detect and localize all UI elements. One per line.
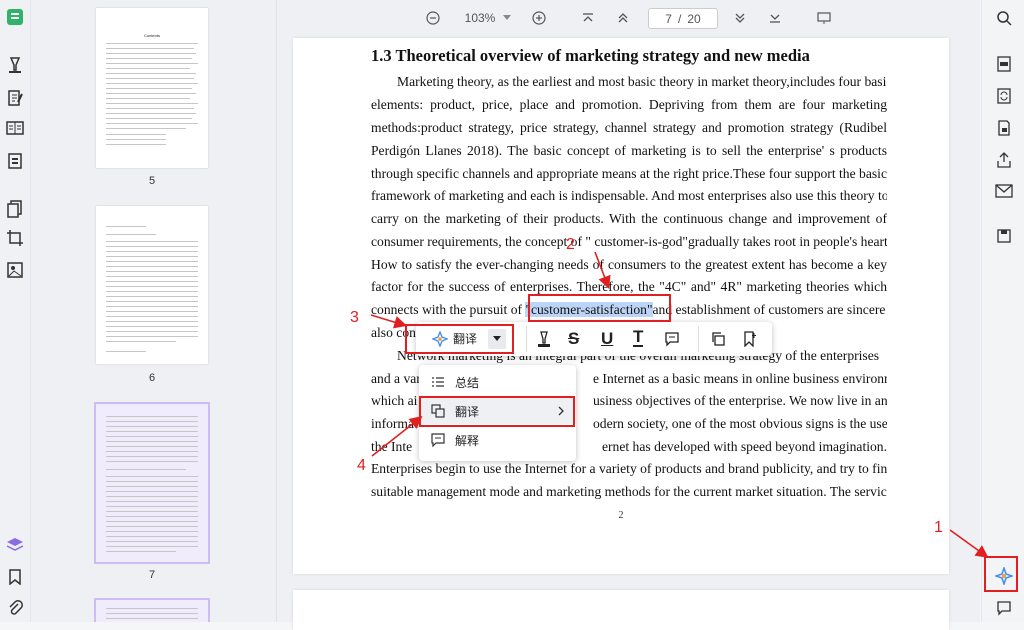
annotation-box-selection [528, 294, 671, 322]
toolbar-divider [698, 326, 699, 352]
paragraph-line: usiness objectives of the enterprise. We… [593, 393, 887, 408]
paragraph-line: odern society, one of the most obvious s… [593, 416, 887, 431]
paragraph-line: through specific channels and appropriat… [371, 166, 887, 181]
email-icon[interactable] [994, 181, 1014, 201]
line-text: and establishment of customers are since… [652, 302, 886, 317]
note-icon[interactable] [664, 331, 680, 352]
annotation-number-3: 3 [350, 309, 359, 326]
paragraph-line: factor for the success of enterprises. T… [371, 279, 887, 294]
toolbar-divider [526, 326, 527, 352]
viewer-toolbar: 103% 7 / 20 [277, 0, 980, 36]
annotation-number-4: 4 [357, 457, 366, 474]
annotation-box-ai-icon [984, 556, 1018, 592]
menu-item-label: 总结 [455, 375, 480, 390]
thumbnail-page-6[interactable] [96, 206, 208, 364]
total-pages: 20 [687, 11, 701, 26]
paragraph-line: Marketing theory, as the earliest and mo… [397, 74, 887, 89]
page-separator: / [677, 11, 682, 26]
paragraph-line: elements: product, price, place and prom… [371, 97, 887, 112]
thumbnail-title: Contents [143, 33, 160, 38]
previous-page-icon[interactable] [615, 9, 631, 27]
image-tool-icon[interactable] [5, 260, 25, 280]
pdf-next-page [293, 590, 949, 630]
page-footer-number: 2 [618, 510, 624, 521]
annotation-number-1: 1 [934, 519, 943, 536]
paragraph-line: framework of marketing and each is indis… [371, 188, 887, 203]
save-icon[interactable] [994, 226, 1014, 246]
add-bookmark-icon[interactable] [742, 331, 758, 352]
thumbnail-page-8[interactable] [94, 598, 210, 622]
thumbnail-page-number: 5 [148, 175, 156, 187]
paragraph-line: How to satisfy the ever-changing needs o… [371, 257, 887, 272]
thumbnail-page-number: 6 [148, 372, 156, 384]
right-tool-bar [981, 0, 1024, 622]
search-icon[interactable] [994, 8, 1014, 28]
form-tool-icon[interactable] [5, 151, 25, 171]
paragraph-line: ernet has developed with speed beyond im… [601, 439, 887, 454]
zoom-in-icon[interactable] [531, 9, 547, 27]
highlight-icon[interactable] [536, 331, 552, 352]
crop-tool-icon[interactable] [5, 228, 25, 248]
bookmark-icon[interactable] [5, 567, 25, 587]
paragraph-line: consumer requirements, the concept of " … [371, 234, 887, 249]
paragraph-line: methods:product strategy, price strategy… [371, 120, 887, 135]
organize-pages-icon[interactable] [5, 199, 25, 219]
paragraph-line: Enterprises begin to use the Internet fo… [371, 461, 887, 476]
annotation-box-translate-item [419, 396, 575, 427]
underline-icon[interactable]: U [601, 329, 613, 349]
page-number-field[interactable]: 7 / 20 [648, 8, 718, 29]
first-page-icon[interactable] [580, 9, 596, 27]
annotation-number-2: 2 [566, 236, 575, 253]
explain-icon [431, 433, 445, 447]
thumbnail-page-5[interactable]: Contents [96, 8, 208, 168]
section-heading: 1.3 Theoretical overview of marketing st… [371, 46, 810, 65]
copy-icon[interactable] [710, 331, 726, 352]
edit-pdf-icon[interactable] [5, 88, 25, 108]
paragraph-line: e Internet as a basic means in online bu… [593, 371, 887, 386]
thumbnail-panel: Contents 5 6 7 [31, 0, 277, 622]
line-text: connects with the pursuit of [371, 302, 526, 317]
attachment-icon[interactable] [5, 598, 25, 618]
paragraph-line: Perdigón Llanes 2018). The basic concept… [371, 143, 887, 158]
menu-item-label: 解释 [455, 433, 480, 448]
zoom-out-icon[interactable] [425, 9, 441, 27]
menu-item-explain[interactable]: 解释 [419, 427, 576, 453]
last-page-icon[interactable] [767, 9, 783, 27]
zoom-level[interactable]: 103% [460, 9, 500, 27]
left-tool-bar [0, 0, 31, 622]
app-logo-icon[interactable] [5, 7, 25, 27]
presentation-icon[interactable] [816, 9, 832, 27]
zoom-dropdown-icon[interactable] [502, 9, 512, 27]
strikethrough-icon[interactable]: S [568, 329, 579, 349]
annotation-box-translate-button [405, 324, 514, 354]
paragraph-line: carry on the marketing of their products… [371, 211, 887, 226]
comments-panel-icon[interactable] [994, 598, 1014, 618]
next-page-icon[interactable] [732, 9, 748, 27]
share-icon[interactable] [994, 150, 1014, 170]
thumbnail-page-number: 7 [148, 569, 156, 581]
menu-item-summarize[interactable]: 总结 [419, 369, 576, 395]
reader-mode-icon[interactable] [5, 118, 25, 138]
ocr-icon[interactable] [994, 54, 1014, 74]
layers-icon[interactable] [5, 535, 25, 555]
thumbnail-page-7[interactable] [94, 402, 210, 564]
protect-icon[interactable] [994, 118, 1014, 138]
convert-icon[interactable] [994, 86, 1014, 106]
comment-tool-icon[interactable] [5, 55, 25, 75]
squiggly-text-icon[interactable]: T [633, 328, 644, 347]
paragraph-line: suitable management mode and marketing m… [371, 484, 887, 499]
current-page: 7 [665, 11, 672, 26]
list-icon [432, 377, 444, 387]
